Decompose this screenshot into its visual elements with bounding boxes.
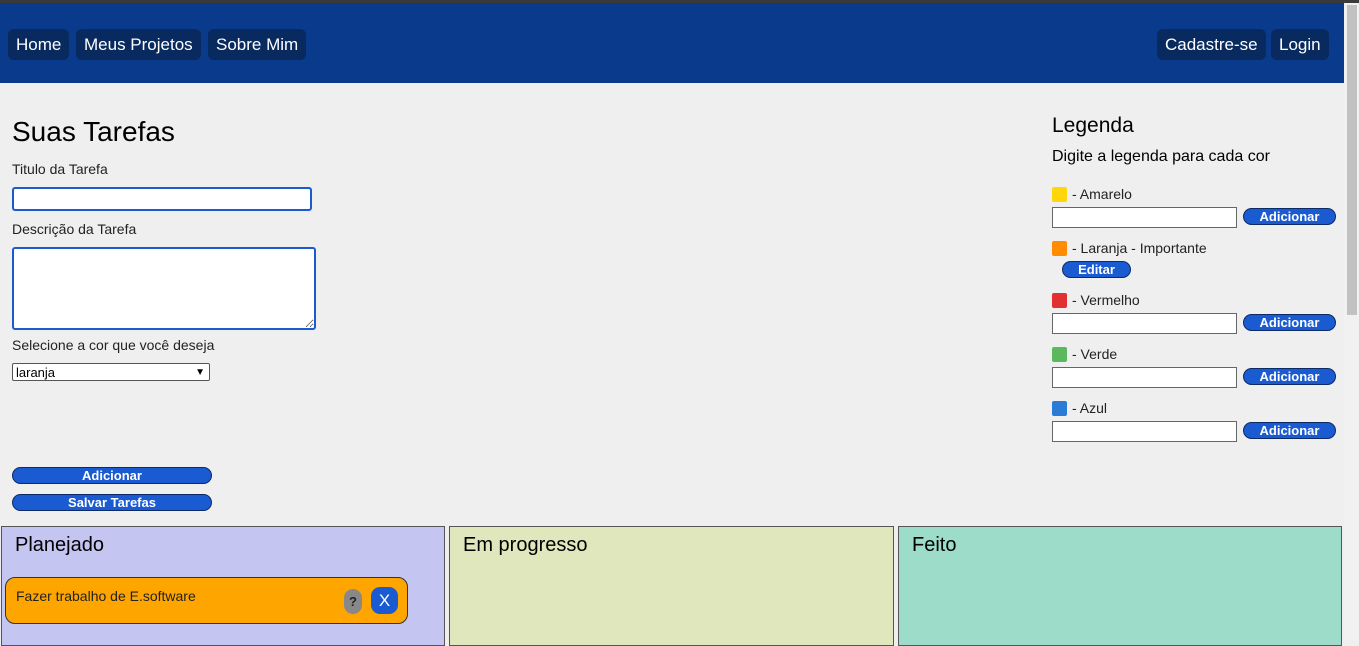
page-title: Suas Tarefas [12,116,175,147]
column-title: Em progresso [463,534,588,556]
task-card[interactable]: Fazer trabalho de E.software ? X [5,577,408,624]
scrollbar-thumb[interactable] [1347,5,1357,315]
task-title-input[interactable] [12,187,312,211]
blue-square-icon [1052,400,1067,416]
legend-blue-input[interactable] [1052,421,1237,442]
legend-item-label: - Azul [1072,400,1108,416]
legend-item-label: - Laranja - Importante [1072,240,1207,256]
red-square-icon [1052,292,1067,308]
legend-red-input[interactable] [1052,313,1237,334]
legend-yellow-add-button[interactable]: Adicionar [1243,208,1336,225]
task-help-button[interactable]: ? [344,589,362,614]
yellow-square-icon [1052,186,1067,202]
green-square-icon [1052,346,1067,362]
legend-item-blue: - Azul [1052,400,1107,416]
nav-about-button[interactable]: Sobre Mim [208,29,307,60]
orange-square-icon [1052,240,1067,256]
save-tasks-button[interactable]: Salvar Tarefas [12,494,212,511]
legend-item-label: - Verde [1072,346,1118,362]
task-card-title: Fazer trabalho de E.software [16,588,196,604]
legend-item-orange: - Laranja - Importante [1052,240,1207,256]
nav-signup-button[interactable]: Cadastre-se [1157,29,1266,60]
legend-blue-add-button[interactable]: Adicionar [1243,422,1336,439]
nav-projects-button[interactable]: Meus Projetos [76,29,201,60]
legend-orange-edit-button[interactable]: Editar [1062,261,1131,278]
legend-yellow-input[interactable] [1052,207,1237,228]
legend-item-yellow: - Amarelo [1052,186,1132,202]
column-title: Feito [912,534,957,556]
legend-green-add-button[interactable]: Adicionar [1243,368,1336,385]
legend-subtitle: Digite a legenda para cada cor [1052,148,1270,165]
legend-item-label: - Amarelo [1072,186,1132,202]
legend-item-label: - Vermelho [1072,292,1140,308]
nav-login-button[interactable]: Login [1271,29,1329,60]
nav-home-button[interactable]: Home [8,29,70,60]
task-desc-textarea[interactable] [12,247,316,330]
legend-green-input[interactable] [1052,367,1237,388]
column-done: Feito [898,526,1342,646]
task-desc-label: Descrição da Tarefa [12,221,137,237]
task-delete-button[interactable]: X [371,587,398,614]
add-task-button[interactable]: Adicionar [12,467,212,484]
navbar: Home Meus Projetos Sobre Mim Cadastre-se… [0,3,1344,83]
color-select-label: Selecione a cor que você deseja [12,337,215,353]
color-select[interactable]: laranja ▼ [12,363,210,381]
chevron-down-icon: ▼ [195,367,205,378]
color-select-value: laranja [16,365,56,380]
legend-red-add-button[interactable]: Adicionar [1243,314,1336,331]
column-in-progress: Em progresso [449,526,894,646]
column-title: Planejado [15,534,104,556]
task-title-label: Titulo da Tarefa [12,161,108,177]
legend-item-red: - Vermelho [1052,292,1140,308]
legend-title: Legenda [1052,114,1134,137]
legend-item-green: - Verde [1052,346,1117,362]
